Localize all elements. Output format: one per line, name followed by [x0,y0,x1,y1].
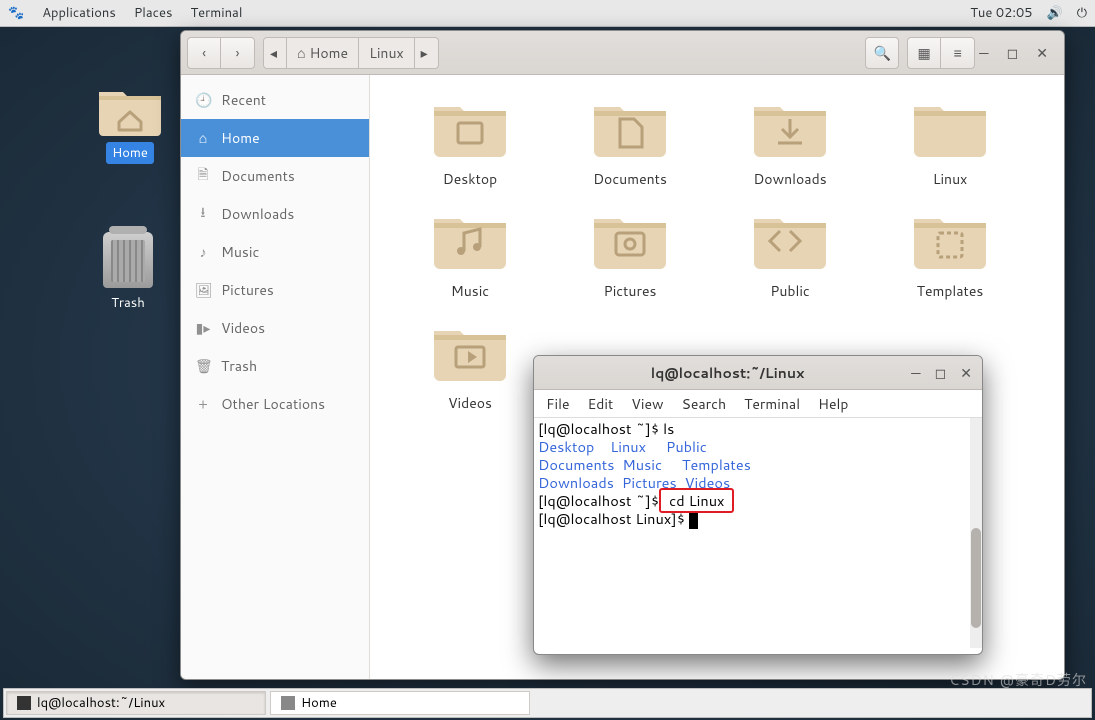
nav-back-button[interactable]: ‹ [187,37,221,69]
folder-linux[interactable]: Linux [890,93,1010,189]
folder-videos[interactable]: Videos [410,317,530,413]
folder-pictures[interactable]: Pictures [570,205,690,301]
taskbar: lq@localhost:~/Linux Home [3,688,1092,718]
folder-templates[interactable]: Templates [890,205,1010,301]
taskbar-item-files[interactable]: Home [270,691,530,715]
terminal-body[interactable]: [lq@localhost ~]$ lsDesktop Linux Public… [534,418,982,648]
view-grid-button[interactable]: ▦ [907,37,941,69]
sidebar-item-trash[interactable]: 🗑Trash [181,347,369,385]
folder-documents[interactable]: Documents [570,93,690,189]
search-icon: 🔍 [873,43,890,63]
desktop-home-folder[interactable]: Home [95,78,165,164]
nav-forward-button[interactable]: › [221,37,255,69]
view-list-button[interactable]: ≡ [941,37,975,69]
path-home-button[interactable]: ⌂Home [287,37,359,69]
music-icon: ♪ [195,242,211,262]
taskbar-item-terminal[interactable]: lq@localhost:~/Linux [6,691,266,715]
folder-music[interactable]: Music [410,205,530,301]
files-icon [281,696,295,710]
menu-places[interactable]: Places [134,4,173,22]
sidebar-item-home[interactable]: ⌂Home [181,119,369,157]
files-titlebar: ‹ › ◂ ⌂Home Linux ▸ 🔍 ▦ ≡ — ◻ ✕ [181,31,1064,75]
files-sidebar: 🕘Recent ⌂Home 🗎Documents ⭳Downloads ♪Mus… [181,75,370,679]
folder-desktop[interactable]: Desktop [410,93,530,189]
clock-icon: 🕘 [195,90,211,110]
home-icon: ⌂ [297,43,305,63]
terminal-maximize-button[interactable]: ◻ [935,363,947,383]
home-icon: ⌂ [195,128,211,148]
sidebar-item-music[interactable]: ♪Music [181,233,369,271]
sidebar-item-recent[interactable]: 🕘Recent [181,81,369,119]
terminal-menu-edit[interactable]: Edit [588,394,614,414]
menu-terminal[interactable]: Terminal [190,4,242,22]
desktop-trash[interactable]: Trash [103,232,153,314]
plus-icon: + [195,394,211,414]
videos-icon: ▮▸ [195,318,211,338]
terminal-window: lq@localhost:~/Linux — ◻ ✕ File Edit Vie… [533,355,983,655]
top-panel: 🐾 Applications Places Terminal Tue 02:05… [0,0,1095,27]
pictures-icon: 🖼 [195,280,211,300]
desktop-home-label: Home [106,142,154,164]
terminal-menu-file[interactable]: File [546,394,570,414]
terminal-scrollbar[interactable] [970,418,982,648]
terminal-menubar: File Edit View Search Terminal Help [534,390,982,418]
clock[interactable]: Tue 02:05 [970,4,1032,22]
sidebar-item-documents[interactable]: 🗎Documents [181,157,369,195]
terminal-scroll-thumb[interactable] [971,528,981,628]
menu-applications[interactable]: Applications [42,4,116,22]
folder-public[interactable]: Public [730,205,850,301]
terminal-menu-view[interactable]: View [631,394,663,414]
path-linux-button[interactable]: Linux [359,37,415,69]
activities-icon: 🐾 [8,4,24,22]
terminal-menu-search[interactable]: Search [682,394,727,414]
volume-icon[interactable]: 🔊 [1047,4,1063,22]
trash-icon: 🗑 [195,356,211,376]
terminal-icon [17,696,31,710]
sidebar-item-pictures[interactable]: 🖼Pictures [181,271,369,309]
folder-downloads[interactable]: Downloads [730,93,850,189]
power-icon[interactable]: ⏻ [1077,4,1087,22]
close-button[interactable]: ✕ [1036,43,1048,63]
desktop-trash-label: Trash [105,292,151,314]
sidebar-item-videos[interactable]: ▮▸Videos [181,309,369,347]
downloads-icon: ⭳ [195,202,211,226]
path-root-button[interactable]: ◂ [263,37,287,69]
search-button[interactable]: 🔍 [865,37,899,69]
path-expand-button[interactable]: ▸ [415,37,439,69]
terminal-close-button[interactable]: ✕ [960,363,972,383]
terminal-minimize-button[interactable]: — [911,363,920,383]
watermark: CSDN @豪奇D劳尔 [949,670,1087,690]
path-bar: ◂ ⌂Home Linux ▸ [263,37,439,69]
sidebar-item-downloads[interactable]: ⭳Downloads [181,195,369,233]
maximize-button[interactable]: ◻ [1007,43,1019,63]
minimize-button[interactable]: — [979,43,988,63]
terminal-titlebar: lq@localhost:~/Linux — ◻ ✕ [534,356,982,390]
documents-icon: 🗎 [195,164,211,188]
sidebar-item-other-locations[interactable]: +Other Locations [181,385,369,423]
terminal-title: lq@localhost:~/Linux [544,363,911,383]
terminal-menu-terminal[interactable]: Terminal [744,394,800,414]
terminal-menu-help[interactable]: Help [818,394,848,414]
